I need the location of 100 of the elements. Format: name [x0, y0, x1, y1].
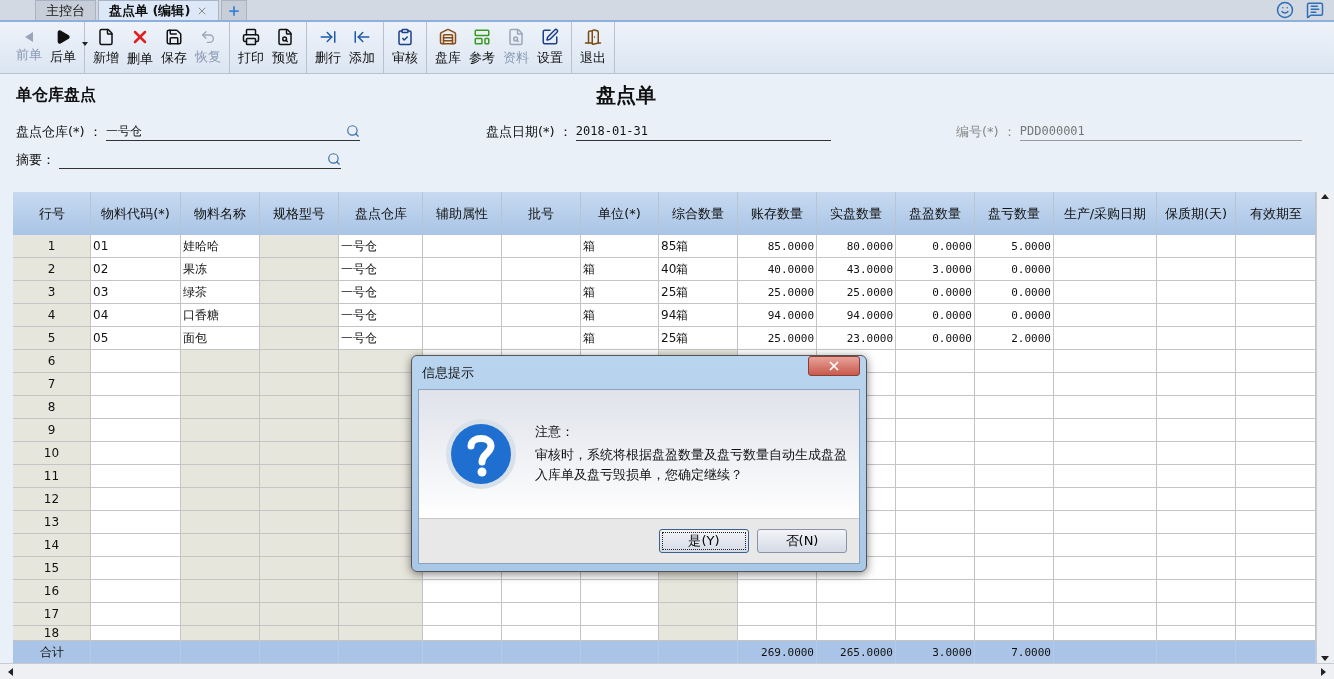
toolbar-button[interactable]: 退出 [576, 22, 610, 73]
table-cell: 40箱 [659, 258, 738, 282]
table-cell: 面包 [181, 327, 260, 351]
row-number: 10 [13, 442, 91, 466]
search-icon[interactable] [327, 152, 341, 167]
table-cell: 85箱 [659, 235, 738, 259]
column-header[interactable]: 行号 [13, 192, 91, 236]
column-header[interactable]: 盘点仓库 [339, 192, 423, 236]
table-cell: 25.0000 [738, 281, 817, 305]
input-field[interactable] [59, 150, 341, 170]
question-icon [445, 418, 517, 490]
message-icon[interactable] [1306, 1, 1324, 19]
column-header[interactable]: 综合数量 [659, 192, 738, 236]
close-icon [827, 359, 841, 373]
table-cell: 一号仓 [339, 281, 423, 305]
input-field[interactable]: 一号仓 [105, 122, 360, 142]
row-number: 7 [13, 373, 91, 397]
left-arrow-icon[interactable] [6, 666, 14, 677]
file-icon [97, 27, 115, 46]
column-header[interactable]: 有效期至 [1236, 192, 1316, 236]
form-subtitle: 单仓库盘点 [16, 85, 97, 107]
table-cell: 3.0000 [896, 258, 975, 282]
table-cell: 2.0000 [975, 327, 1054, 351]
toolbar-button[interactable]: 保存 [157, 22, 191, 73]
table-cell: 0.0000 [896, 235, 975, 259]
dialog-heading: 注意： [535, 423, 575, 441]
table-cell: 箱 [581, 235, 659, 259]
column-header[interactable]: 批号 [502, 192, 581, 236]
toolbar-button[interactable]: 删单 [123, 22, 157, 73]
vertical-scrollbar[interactable] [1316, 192, 1333, 664]
column-header[interactable]: 辅助属性 [423, 192, 502, 236]
row-number: 14 [13, 534, 91, 558]
toolbar-button[interactable]: 删行 [311, 22, 345, 73]
field-label: 编号(*) ： [956, 122, 1016, 141]
total-cell: 269.0000 [738, 641, 817, 664]
undo-icon [200, 28, 216, 45]
column-header[interactable]: 账存数量 [738, 192, 817, 236]
table-cell: 箱 [581, 281, 659, 305]
form-title: 盘点单 [596, 82, 656, 110]
table-cell: 一号仓 [339, 258, 423, 282]
row-number: 8 [13, 396, 91, 420]
smiley-icon[interactable] [1276, 1, 1294, 19]
left-triangle-icon [23, 30, 35, 43]
column-header[interactable]: 生产/采购日期 [1054, 192, 1157, 236]
toolbar-button[interactable]: 打印 [234, 22, 268, 73]
toolbar-button[interactable]: 添加 [345, 22, 379, 73]
edit-icon [541, 27, 559, 46]
close-button[interactable] [808, 356, 860, 376]
layout-icon [473, 27, 491, 46]
row-number: 9 [13, 419, 91, 443]
up-arrow-icon[interactable] [1320, 192, 1330, 201]
play-icon [55, 28, 71, 45]
dialog-button[interactable]: 否(N) [757, 529, 847, 553]
clipboard-check-icon [396, 27, 414, 46]
toolbar-button[interactable]: 预览 [268, 22, 302, 73]
table-cell: 94.0000 [817, 304, 896, 328]
column-header[interactable]: 实盘数量 [817, 192, 896, 236]
total-cell: 265.0000 [817, 641, 896, 664]
table-cell: 一号仓 [339, 327, 423, 351]
table-cell: 25.0000 [817, 281, 896, 305]
right-arrow-icon[interactable] [1320, 666, 1328, 677]
table-cell: 02 [91, 258, 181, 282]
column-header[interactable]: 物料名称 [181, 192, 260, 236]
toolbar-button[interactable]: 盘库 [431, 22, 465, 73]
row-number: 17 [13, 603, 91, 627]
table-cell: 25箱 [659, 327, 738, 351]
total-cell: 合计 [13, 641, 91, 664]
table-cell: 94箱 [659, 304, 738, 328]
house-icon [439, 27, 457, 46]
column-header[interactable]: 单位(*) [581, 192, 659, 236]
toolbar-button[interactable]: 参考 [465, 22, 499, 73]
caret-icon[interactable] [82, 42, 88, 46]
column-header[interactable]: 保质期(天) [1157, 192, 1236, 236]
toolbar-button[interactable]: 设置 [533, 22, 567, 73]
column-header[interactable]: 物料代码(*) [91, 192, 181, 236]
table-cell: 一号仓 [339, 304, 423, 328]
printer-icon [242, 27, 260, 46]
column-header[interactable]: 规格型号 [260, 192, 339, 236]
toolbar-button[interactable]: 新增 [89, 22, 123, 73]
table-cell: 一号仓 [339, 235, 423, 259]
table-cell: 口香糖 [181, 304, 260, 328]
toolbar-button[interactable]: 审核 [388, 22, 422, 73]
column-header[interactable]: 盘亏数量 [975, 192, 1054, 236]
tab[interactable]: 主控台 [35, 0, 96, 20]
row-number: 18 [13, 626, 91, 642]
row-number: 5 [13, 327, 91, 351]
new-tab-button[interactable] [221, 0, 248, 20]
table-cell: 0.0000 [896, 281, 975, 305]
table-cell: 箱 [581, 304, 659, 328]
horizontal-scrollbar[interactable] [0, 663, 1334, 679]
input-field[interactable]: 2018-01-31 [575, 122, 831, 142]
row-number: 3 [13, 281, 91, 305]
column-header[interactable]: 盘盈数量 [896, 192, 975, 236]
dialog-message: 审核时，系统将根据盘盈数量及盘亏数量自动生成盘盈入库单及盘亏毁损单，您确定继续？ [535, 446, 848, 484]
table-cell: 绿茶 [181, 281, 260, 305]
plus-icon [227, 3, 242, 18]
toolbar-button[interactable]: 后单 [46, 22, 80, 73]
tab[interactable]: 盘点单 (编辑) [98, 0, 220, 20]
dialog-button[interactable]: 是(Y) [659, 529, 749, 553]
search-icon[interactable] [345, 124, 360, 139]
